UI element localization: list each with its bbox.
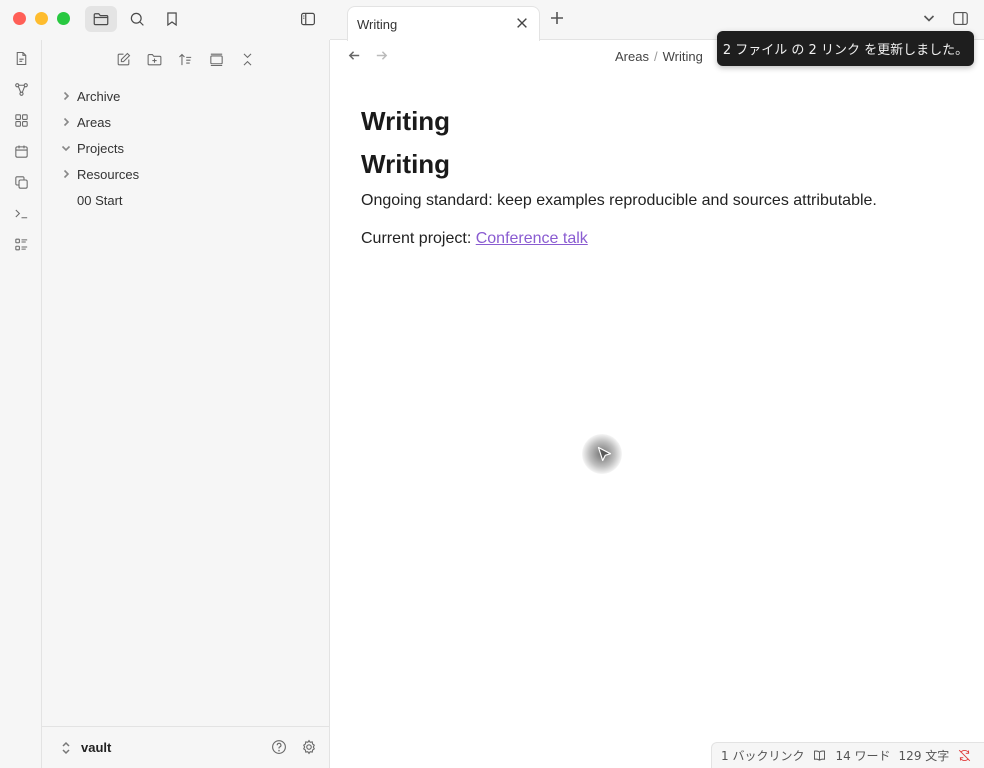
breadcrumb-current[interactable]: Writing xyxy=(663,49,703,64)
auto-reveal-file-button[interactable] xyxy=(205,48,228,70)
navigate-forward-button[interactable] xyxy=(374,48,392,66)
chevron-down-icon xyxy=(60,142,72,154)
new-tab-button[interactable] xyxy=(549,10,569,30)
word-count: 14 ワード xyxy=(835,749,891,763)
current-project-prefix: Current project: xyxy=(361,230,476,247)
current-project-line: Current project: Conference talk xyxy=(361,228,961,250)
reading-view-icon[interactable] xyxy=(812,748,827,763)
chevron-right-icon xyxy=(60,90,72,102)
sidebar-right-icon xyxy=(953,11,968,26)
chevron-down-icon xyxy=(923,15,935,22)
tree-item-label: 00 Start xyxy=(77,192,123,208)
bookmark-icon xyxy=(167,12,177,27)
plus-icon xyxy=(551,12,563,24)
navigate-back-button[interactable] xyxy=(347,48,365,66)
close-tab-button[interactable] xyxy=(515,16,531,32)
close-icon xyxy=(517,18,527,28)
open-canvas-button[interactable] xyxy=(10,109,32,131)
file-explorer: Archive Areas Projects Resources 00 Star… xyxy=(42,40,330,768)
breadcrumb-separator: / xyxy=(653,49,658,64)
new-folder-button[interactable] xyxy=(143,48,166,70)
collapse-left-sidebar-button[interactable] xyxy=(292,6,324,32)
tree-file-00-start[interactable]: 00 Start xyxy=(42,187,330,213)
minimize-window-button[interactable] xyxy=(35,12,48,25)
open-graph-view-button[interactable] xyxy=(10,78,32,100)
sync-error-icon[interactable] xyxy=(957,748,972,763)
tree-item-label: Resources xyxy=(77,166,140,182)
arrow-left-icon xyxy=(348,51,360,60)
new-note-button[interactable] xyxy=(112,48,135,70)
chevron-right-icon xyxy=(60,168,72,180)
breadcrumb: Areas / Writing xyxy=(615,49,703,64)
tree-item-label: Projects xyxy=(77,140,124,156)
char-count: 129 文字 xyxy=(898,749,950,763)
reveal-icon xyxy=(210,53,223,66)
chevron-up-down-icon xyxy=(62,741,70,754)
open-outline-button[interactable] xyxy=(10,233,32,255)
open-command-palette-button[interactable] xyxy=(10,202,32,224)
search-tab-button[interactable] xyxy=(121,6,153,32)
grid-icon xyxy=(14,113,28,127)
open-quick-switcher-button[interactable] xyxy=(10,47,32,69)
graph-icon xyxy=(14,82,28,96)
notice-text: 2 ファイル の 2 リンク を更新しました。 xyxy=(722,43,969,58)
edit-icon xyxy=(117,52,131,65)
ribbon xyxy=(0,40,42,768)
tree-item-label: Archive xyxy=(77,88,121,104)
file-explorer-actions xyxy=(112,48,259,70)
search-icon xyxy=(130,12,144,26)
tree-folder-resources[interactable]: Resources xyxy=(42,161,330,187)
sort-icon xyxy=(179,53,192,65)
bookmarks-tab-button[interactable] xyxy=(156,6,188,32)
list-icon xyxy=(14,238,27,250)
note-paragraph: Ongoing standard: keep examples reproduc… xyxy=(361,192,877,209)
sidebar-footer: vault xyxy=(42,726,330,768)
help-icon xyxy=(272,740,286,754)
breadcrumb-parent[interactable]: Areas xyxy=(615,49,649,64)
note-heading-1: Writing xyxy=(361,106,451,136)
app-window: Archive Areas Projects Resources 00 Star… xyxy=(0,0,984,768)
tab-list-button[interactable] xyxy=(922,11,940,29)
copy-icon xyxy=(14,175,28,189)
note-content[interactable]: Writing Writing Ongoing standard: keep e… xyxy=(361,104,961,266)
conference-talk-link[interactable]: Conference talk xyxy=(476,230,588,247)
backlink-count[interactable]: 1 バックリンク xyxy=(721,747,804,764)
note-heading-2: Writing xyxy=(361,149,451,179)
mouse-cursor-icon xyxy=(597,446,612,462)
arrow-right-icon xyxy=(376,51,388,60)
help-button[interactable] xyxy=(270,738,290,758)
chevron-right-icon xyxy=(60,116,72,128)
tab-writing[interactable]: Writing xyxy=(347,6,540,41)
gear-icon xyxy=(303,739,315,755)
folder-plus-icon xyxy=(147,53,162,65)
tree-folder-archive[interactable]: Archive xyxy=(42,83,330,109)
tree-folder-projects[interactable]: Projects xyxy=(42,135,330,161)
sidebar-toolbar xyxy=(0,0,330,40)
tab-title: Writing xyxy=(357,16,398,32)
folder-icon xyxy=(93,13,109,26)
tree-item-label: Areas xyxy=(77,114,111,130)
expand-right-sidebar-button[interactable] xyxy=(951,9,973,31)
change-sort-order-button[interactable] xyxy=(174,48,197,70)
file-tree: Archive Areas Projects Resources 00 Star… xyxy=(42,83,330,213)
zoom-window-button[interactable] xyxy=(57,12,70,25)
notice-toast[interactable]: 2 ファイル の 2 リンク を更新しました。 xyxy=(717,31,974,66)
collapse-icon xyxy=(243,52,252,66)
settings-button[interactable] xyxy=(300,738,320,758)
status-bar: 1 バックリンク 14 ワード 129 文字 xyxy=(711,742,984,768)
calendar-icon xyxy=(14,144,28,158)
vault-switcher[interactable]: vault xyxy=(42,740,111,755)
close-window-button[interactable] xyxy=(13,12,26,25)
insert-template-button[interactable] xyxy=(10,171,32,193)
tree-folder-areas[interactable]: Areas xyxy=(42,109,330,135)
terminal-icon xyxy=(14,209,27,218)
vault-name: vault xyxy=(81,740,112,755)
sidebar-left-icon xyxy=(301,12,315,26)
open-daily-note-button[interactable] xyxy=(10,140,32,162)
file-icon xyxy=(16,51,26,65)
file-explorer-tab-button[interactable] xyxy=(85,6,117,32)
collapse-all-button[interactable] xyxy=(236,48,259,70)
